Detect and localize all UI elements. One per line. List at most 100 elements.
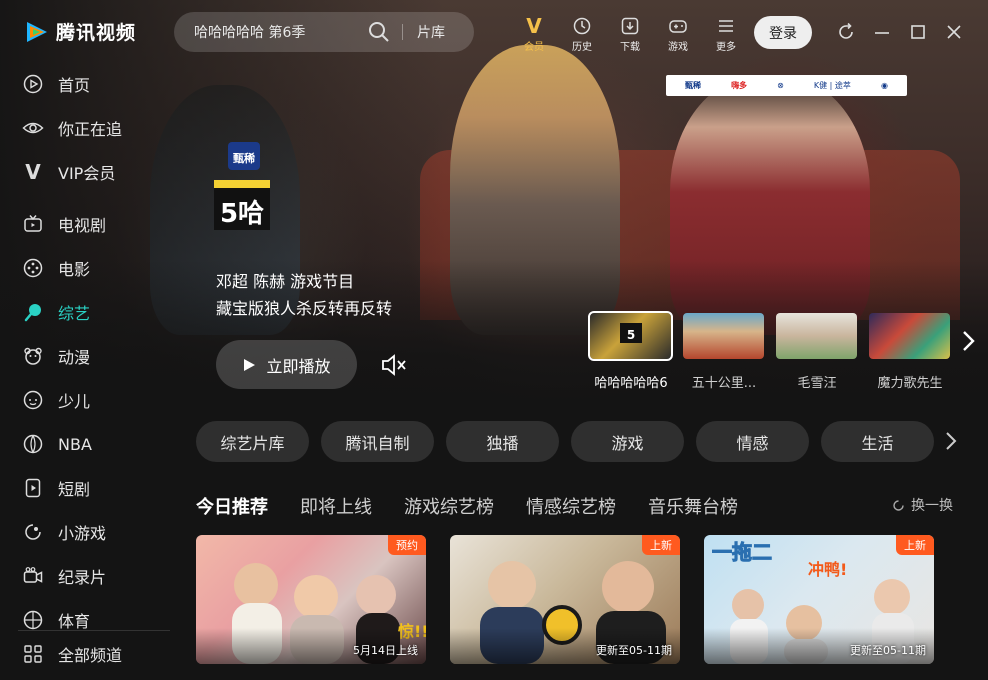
hero-thumb-1[interactable]: 5 bbox=[588, 311, 673, 361]
mini-game-icon bbox=[22, 521, 44, 543]
hero-thumb-label[interactable]: 五十公里... bbox=[679, 372, 769, 391]
sidebar-item-label: 你正在追 bbox=[58, 120, 123, 139]
gamepad-icon bbox=[658, 16, 698, 36]
history-icon bbox=[562, 16, 602, 36]
sidebar-item-tv[interactable]: 电视剧 bbox=[22, 210, 106, 238]
card-badge: 上新 bbox=[896, 535, 934, 555]
svg-text:甄稀: 甄稀 bbox=[233, 151, 255, 165]
bear-icon bbox=[22, 345, 44, 367]
basketball-icon bbox=[22, 433, 44, 455]
sidebar-item-documentary[interactable]: 纪录片 bbox=[22, 562, 106, 590]
svg-text:冲鸭!: 冲鸭! bbox=[808, 560, 847, 579]
search-bar[interactable]: 哈哈哈哈哈 第6季 片库 bbox=[174, 12, 474, 52]
svg-text:5: 5 bbox=[627, 328, 635, 342]
tencent-video-logo-icon bbox=[24, 19, 50, 45]
search-icon[interactable] bbox=[368, 21, 390, 43]
hero-thumb-4[interactable] bbox=[869, 313, 950, 359]
card-badge: 上新 bbox=[642, 535, 680, 555]
toolbar-label: 下载 bbox=[620, 42, 640, 53]
sidebar-item-movie[interactable]: 电影 bbox=[22, 254, 90, 282]
toolbar-label: 历史 bbox=[572, 42, 592, 53]
sidebar-item-home[interactable]: 首页 bbox=[22, 70, 90, 98]
toolbar-history-button[interactable]: 历史 bbox=[562, 16, 602, 53]
chip-emotion[interactable]: 情感 bbox=[696, 421, 809, 462]
sidebar-item-vip[interactable]: V VIP会员 bbox=[22, 158, 115, 186]
eye-icon bbox=[22, 117, 44, 139]
play-now-button[interactable]: 立即播放 bbox=[216, 340, 357, 389]
top-bar: 腾讯视频 哈哈哈哈哈 第6季 片库 V 会员 历史 下载 游戏 更多 登录 bbox=[0, 0, 988, 64]
card-badge: 预约 bbox=[388, 535, 426, 555]
menu-icon bbox=[706, 16, 746, 36]
chevron-right-icon[interactable] bbox=[958, 328, 978, 354]
sidebar-item-label: 小游戏 bbox=[58, 524, 107, 543]
refresh-button[interactable]: 换一换 bbox=[892, 495, 953, 515]
show-logo: 甄稀 5哈 bbox=[212, 140, 274, 232]
chip-tencent-original[interactable]: 腾讯自制 bbox=[321, 421, 434, 462]
kid-icon bbox=[22, 389, 44, 411]
tab-emotion-variety-chart[interactable]: 情感综艺榜 bbox=[526, 493, 616, 519]
refresh-window-icon[interactable] bbox=[836, 22, 856, 42]
chip-lifestyle[interactable]: 生活 bbox=[821, 421, 934, 462]
library-link[interactable]: 片库 bbox=[417, 22, 445, 42]
toolbar-download-button[interactable]: 下载 bbox=[610, 16, 650, 53]
hero-thumb-2[interactable] bbox=[683, 313, 764, 359]
chip-exclusive[interactable]: 独播 bbox=[446, 421, 559, 462]
sidebar-item-label: 综艺 bbox=[58, 304, 91, 323]
tab-game-variety-chart[interactable]: 游戏综艺榜 bbox=[404, 493, 494, 519]
short-drama-icon bbox=[22, 477, 44, 499]
toolbar-vip-button[interactable]: V 会员 bbox=[514, 16, 554, 53]
mute-icon[interactable] bbox=[380, 352, 408, 378]
sidebar-item-short-drama[interactable]: 短剧 bbox=[22, 474, 90, 502]
play-circle-icon bbox=[22, 73, 44, 95]
sidebar-item-variety[interactable]: 综艺 bbox=[22, 298, 90, 326]
microphone-icon bbox=[22, 301, 44, 323]
search-divider bbox=[402, 24, 403, 40]
hero-thumb-label[interactable]: 毛雪汪 bbox=[772, 372, 862, 391]
sidebar-item-all-channels[interactable]: 全部频道 bbox=[22, 640, 122, 668]
vip-icon: V bbox=[526, 14, 542, 38]
card-caption: 更新至05-11期 bbox=[850, 644, 926, 657]
hero-thumb-3[interactable] bbox=[776, 313, 857, 359]
sidebar: 首页 你正在追 V VIP会员 电视剧 电影 综艺 动漫 少儿 NBA 短剧 小… bbox=[0, 62, 176, 680]
sidebar-item-nba[interactable]: NBA bbox=[22, 430, 92, 458]
toolbar-game-button[interactable]: 游戏 bbox=[658, 16, 698, 53]
sidebar-item-label: 少儿 bbox=[58, 392, 91, 411]
tab-coming-soon[interactable]: 即将上线 bbox=[300, 493, 372, 519]
toolbar-label: 更多 bbox=[716, 42, 736, 53]
toolbar-more-button[interactable]: 更多 bbox=[706, 16, 746, 53]
sidebar-item-label: NBA bbox=[58, 434, 92, 454]
sidebar-item-label: 纪录片 bbox=[58, 568, 107, 587]
sidebar-item-mini-game[interactable]: 小游戏 bbox=[22, 518, 106, 546]
camera-icon bbox=[22, 565, 44, 587]
content-card[interactable]: 上新 更新至05-11期 bbox=[450, 535, 680, 664]
minimize-icon[interactable] bbox=[872, 22, 892, 42]
show-logo-text: 5哈 bbox=[220, 199, 264, 229]
tab-today-recommend[interactable]: 今日推荐 bbox=[196, 493, 268, 519]
sidebar-item-label: 电影 bbox=[58, 260, 91, 279]
sidebar-item-label: 体育 bbox=[58, 612, 91, 631]
sidebar-item-label: 全部频道 bbox=[58, 646, 123, 665]
login-button[interactable]: 登录 bbox=[754, 16, 812, 49]
maximize-icon[interactable] bbox=[908, 22, 928, 42]
sidebar-item-label: 动漫 bbox=[58, 348, 91, 367]
hero-description: 藏宝版狼人杀反转再反转 bbox=[216, 299, 393, 318]
toolbar-label: 游戏 bbox=[668, 42, 688, 53]
close-icon[interactable] bbox=[944, 22, 964, 42]
chip-variety-library[interactable]: 综艺片库 bbox=[196, 421, 309, 462]
refresh-icon bbox=[893, 499, 904, 511]
hero-thumb-label[interactable]: 魔力歌先生 bbox=[865, 372, 955, 391]
chip-games[interactable]: 游戏 bbox=[571, 421, 684, 462]
app-logo[interactable]: 腾讯视频 bbox=[24, 18, 136, 45]
search-input[interactable]: 哈哈哈哈哈 第6季 bbox=[194, 22, 360, 42]
app-name: 腾讯视频 bbox=[56, 22, 137, 44]
chevron-right-icon[interactable] bbox=[942, 430, 960, 452]
hero-thumb-label[interactable]: 哈哈哈哈哈6 bbox=[586, 372, 676, 391]
tab-music-stage-chart[interactable]: 音乐舞台榜 bbox=[648, 493, 738, 519]
sidebar-item-kids[interactable]: 少儿 bbox=[22, 386, 90, 414]
sidebar-item-anime[interactable]: 动漫 bbox=[22, 342, 90, 370]
sidebar-item-following[interactable]: 你正在追 bbox=[22, 114, 122, 142]
tv-icon bbox=[22, 213, 44, 235]
sidebar-item-label: 短剧 bbox=[58, 480, 91, 499]
content-card[interactable]: 一拖二 冲鸭! 上新 更新至05-11期 bbox=[704, 535, 934, 664]
content-card[interactable]: 惊!! 预约 5月14日上线 bbox=[196, 535, 426, 664]
